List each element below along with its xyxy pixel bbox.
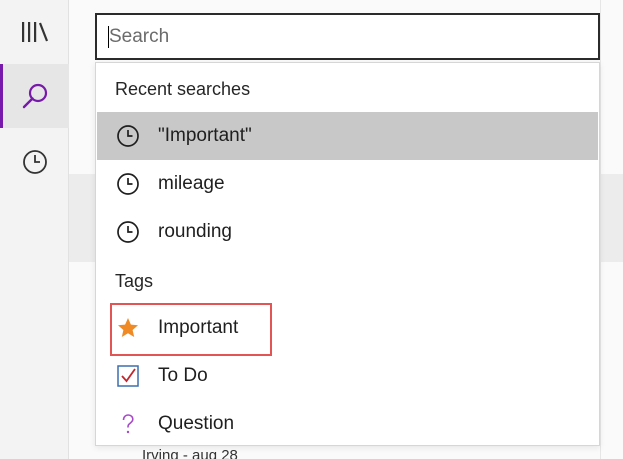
text-caret [108,26,109,48]
recent-search-item[interactable]: mileage [97,160,598,208]
checkbox-icon [116,364,140,388]
question-icon [116,412,140,436]
tags-header: Tags [115,271,154,291]
clock-icon [116,124,140,148]
search-input[interactable] [109,25,598,48]
tag-item-todo[interactable]: To Do [97,352,598,400]
onenote-search-panel: Irving - aug 28 Recent searches "Importa… [0,0,623,459]
clock-icon [116,172,140,196]
tag-label: Important [158,317,239,338]
recent-search-item[interactable]: rounding [97,208,598,256]
library-icon [20,19,50,45]
search-box[interactable] [95,13,600,60]
recent-search-label: "Important" [158,125,252,146]
tag-label: Question [158,413,235,434]
tag-item-question[interactable]: Question [97,400,598,448]
clock-icon [116,220,140,244]
star-icon [116,316,140,340]
recent-nav-button[interactable] [0,130,69,194]
recent-searches-header: Recent searches [115,79,251,99]
clock-icon [21,148,49,176]
magnifier-icon [20,81,50,111]
background-divider [600,0,601,459]
tag-item-important[interactable]: Important [97,304,598,352]
recent-search-item[interactable]: "Important" [97,112,598,160]
tag-label: To Do [158,365,208,386]
navigation-rail [0,0,69,459]
search-suggestions-dropdown: Recent searches "Important" mileage roun… [95,62,600,446]
recent-search-label: rounding [158,221,232,242]
notebooks-button[interactable] [0,0,69,64]
recent-search-label: mileage [158,173,225,194]
search-nav-button[interactable] [0,64,69,128]
